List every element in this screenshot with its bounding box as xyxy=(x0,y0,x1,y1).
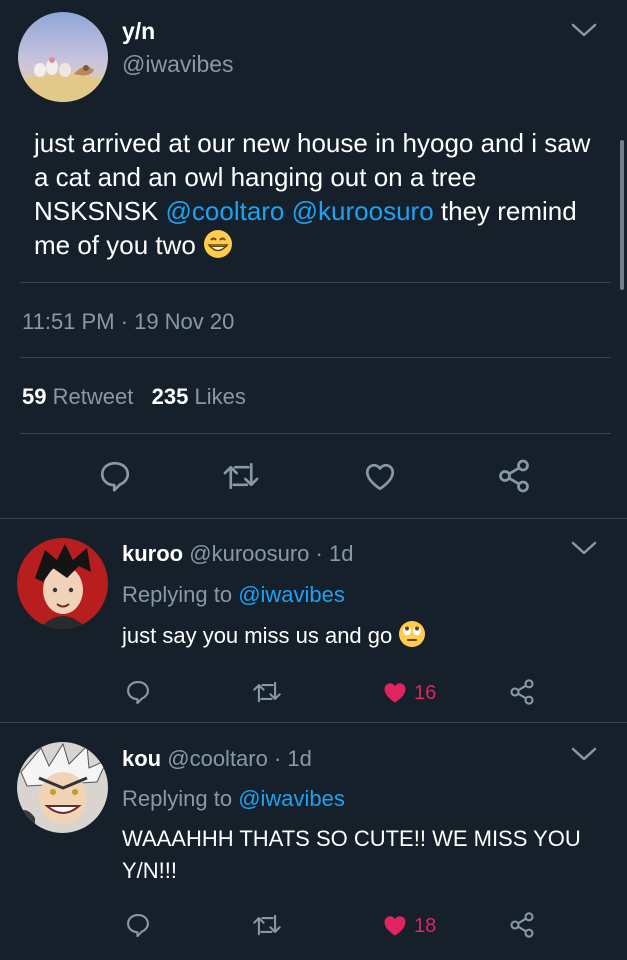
display-name[interactable]: y/n xyxy=(122,18,155,45)
mention-link[interactable]: @kuroosuro xyxy=(292,196,434,226)
handle[interactable]: @iwavibes xyxy=(122,51,234,78)
replying-prefix: Replying to xyxy=(122,582,233,607)
reply-text: just say you miss us and go xyxy=(122,620,612,657)
retweet-label[interactable]: Retweet xyxy=(53,384,134,409)
chevron-down-icon[interactable] xyxy=(571,540,597,561)
reply-text-body: just say you miss us and go xyxy=(122,623,393,648)
avatar[interactable] xyxy=(18,12,108,102)
timestamp[interactable]: 11:51 PM · 19 Nov 20 xyxy=(22,309,234,335)
divider xyxy=(20,282,611,283)
share-icon[interactable] xyxy=(495,458,533,499)
reply-icon[interactable] xyxy=(124,678,152,711)
reply-header: kuroo @kuroosuro · 1d xyxy=(122,541,353,567)
like-count: 16 xyxy=(414,682,437,704)
retweet-icon[interactable] xyxy=(222,458,260,499)
like-icon[interactable] xyxy=(380,911,410,944)
handle-time[interactable]: @kuroosuro · 1d xyxy=(189,541,353,566)
share-icon[interactable] xyxy=(507,678,537,711)
reply-icon[interactable] xyxy=(97,458,133,499)
like-icon[interactable] xyxy=(361,458,399,499)
mention-link[interactable]: @cooltaro xyxy=(166,196,285,226)
divider xyxy=(0,722,627,723)
divider xyxy=(20,357,611,358)
like-count[interactable]: 235 xyxy=(152,384,189,409)
chevron-down-icon[interactable] xyxy=(571,22,597,43)
divider xyxy=(0,518,627,519)
avatar[interactable] xyxy=(17,538,108,629)
display-name[interactable]: kuroo xyxy=(122,541,183,566)
retweet-icon[interactable] xyxy=(252,678,282,711)
mention-link[interactable]: @iwavibes xyxy=(238,582,345,607)
grin-emoji-icon xyxy=(203,229,233,267)
replying-prefix: Replying to xyxy=(122,786,233,811)
reply-text: WAAAHHH THATS SO CUTE!! WE MISS YOU Y/N!… xyxy=(122,826,581,883)
display-name[interactable]: kou xyxy=(122,746,161,771)
retweet-icon[interactable] xyxy=(252,911,282,944)
reply-icon[interactable] xyxy=(124,911,152,944)
reply-header: kou @cooltaro · 1d xyxy=(122,746,312,772)
divider xyxy=(20,433,611,434)
likes-label[interactable]: Likes xyxy=(195,384,246,409)
replying-to: Replying to @iwavibes xyxy=(122,582,345,608)
tweet-text: just arrived at our new house in hyogo a… xyxy=(34,126,594,267)
replying-to: Replying to @iwavibes xyxy=(122,786,345,812)
handle-time[interactable]: @cooltaro · 1d xyxy=(167,746,312,771)
chevron-down-icon[interactable] xyxy=(571,746,597,767)
retweet-count[interactable]: 59 xyxy=(22,384,46,409)
share-icon[interactable] xyxy=(507,911,537,944)
avatar[interactable] xyxy=(17,742,108,833)
scrollbar[interactable] xyxy=(620,140,624,290)
eye-roll-emoji-icon xyxy=(398,620,426,657)
tweet-stats: 59 Retweet 235 Likes xyxy=(22,384,246,410)
like-count: 18 xyxy=(414,915,437,937)
mention-link[interactable]: @iwavibes xyxy=(238,786,345,811)
like-icon[interactable] xyxy=(380,678,410,711)
